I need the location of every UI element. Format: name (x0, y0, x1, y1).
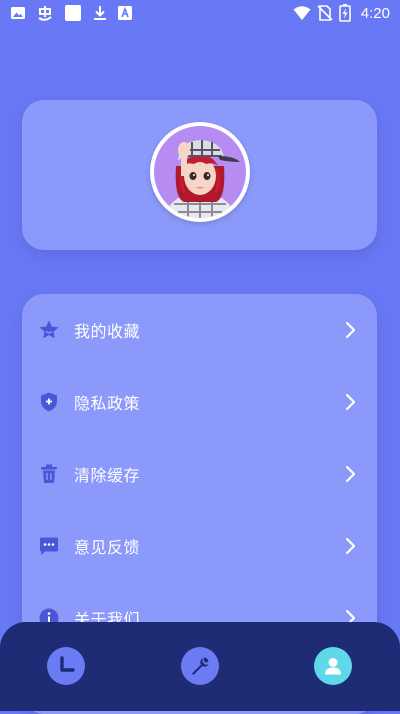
no-sim-icon (317, 5, 333, 21)
menu-item-clear-cache[interactable]: 清除缓存 (22, 438, 377, 510)
nav-tools-button[interactable] (181, 647, 219, 685)
profile-card (22, 100, 377, 250)
nav-profile-button[interactable] (314, 647, 352, 685)
square-icon (65, 5, 81, 21)
menu-label-privacy-policy: 隐私政策 (74, 394, 141, 413)
status-bar-left (10, 4, 132, 22)
status-bar: 4:20 (0, 0, 400, 28)
menu-item-feedback[interactable]: 意见反馈 (22, 510, 377, 582)
shield-icon (41, 392, 57, 412)
battery-charging-icon (338, 4, 351, 22)
font-icon (118, 6, 132, 20)
status-time: 4:20 (360, 4, 390, 22)
chevron-right-icon (345, 537, 356, 555)
wrench-icon (192, 657, 209, 675)
image-icon (11, 7, 25, 19)
chevron-right-icon (345, 465, 356, 483)
trash-icon (41, 464, 57, 483)
menu-item-privacy-policy[interactable]: 隐私政策 (22, 366, 377, 438)
menu-label-feedback: 意见反馈 (74, 538, 141, 557)
nav-history-button[interactable] (47, 647, 85, 685)
menu-label-clear-cache: 清除缓存 (74, 466, 141, 485)
bug-icon (38, 6, 52, 21)
bottom-nav (0, 622, 400, 711)
avatar-image (154, 126, 246, 218)
download-icon (94, 6, 106, 20)
clock-icon (60, 656, 75, 672)
chevron-right-icon (345, 321, 356, 339)
star-icon (39, 320, 59, 339)
avatar[interactable] (150, 122, 250, 222)
menu-label-favorites: 我的收藏 (74, 322, 141, 341)
chevron-right-icon (345, 393, 356, 411)
feedback-icon (40, 537, 58, 555)
wifi-icon (293, 6, 311, 20)
menu-item-favorites[interactable]: 我的收藏 (22, 294, 377, 366)
status-bar-right: 4:20 (293, 4, 390, 22)
user-icon (325, 658, 341, 675)
